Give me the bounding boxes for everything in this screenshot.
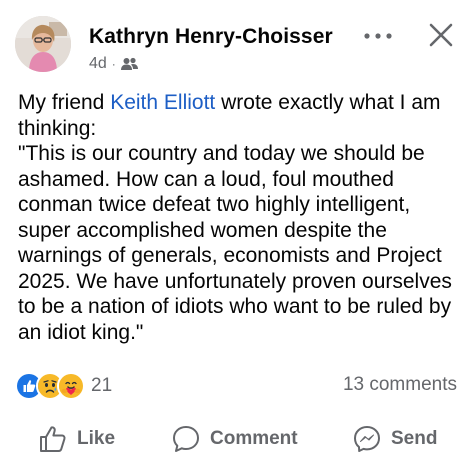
- messenger-icon: [354, 426, 380, 452]
- more-dots-icon: [364, 33, 392, 39]
- meta-separator: ·: [111, 57, 116, 71]
- like-icon: [40, 426, 66, 452]
- care-reaction-icon: [57, 372, 85, 400]
- post-actions: Like Comment Send: [0, 420, 474, 458]
- avatar-image: [15, 16, 71, 72]
- post-meta: 4d ·: [89, 53, 138, 75]
- post-card: Kathryn Henry-Choisser 4d · My friend Ke…: [0, 0, 474, 462]
- comment-label: Comment: [210, 428, 298, 449]
- post-intro: My friend Keith Elliott wrote exactly wh…: [18, 90, 463, 141]
- send-button[interactable]: Send: [352, 420, 437, 458]
- comments-count[interactable]: 13 comments: [343, 374, 457, 396]
- close-icon: [429, 23, 453, 47]
- comment-button[interactable]: Comment: [171, 420, 298, 458]
- like-button[interactable]: Like: [38, 420, 115, 458]
- like-label: Like: [77, 428, 116, 449]
- post-body: My friend Keith Elliott wrote exactly wh…: [18, 90, 463, 345]
- close-button[interactable]: [424, 18, 458, 52]
- reactions-summary[interactable]: 21: [15, 372, 113, 400]
- mention-link[interactable]: Keith Elliott: [110, 91, 215, 114]
- send-label: Send: [391, 428, 438, 449]
- intro-prefix: My friend: [18, 91, 111, 114]
- post-time[interactable]: 4d: [89, 55, 107, 73]
- avatar[interactable]: [15, 16, 71, 72]
- post-quote: "This is our country and today we should…: [18, 142, 452, 344]
- author-name[interactable]: Kathryn Henry-Choisser: [89, 25, 333, 49]
- comment-icon: [173, 426, 199, 452]
- reaction-count: 21: [91, 375, 113, 396]
- more-options-button[interactable]: [360, 24, 396, 48]
- reaction-icons: [15, 372, 85, 400]
- friends-icon: [120, 57, 138, 70]
